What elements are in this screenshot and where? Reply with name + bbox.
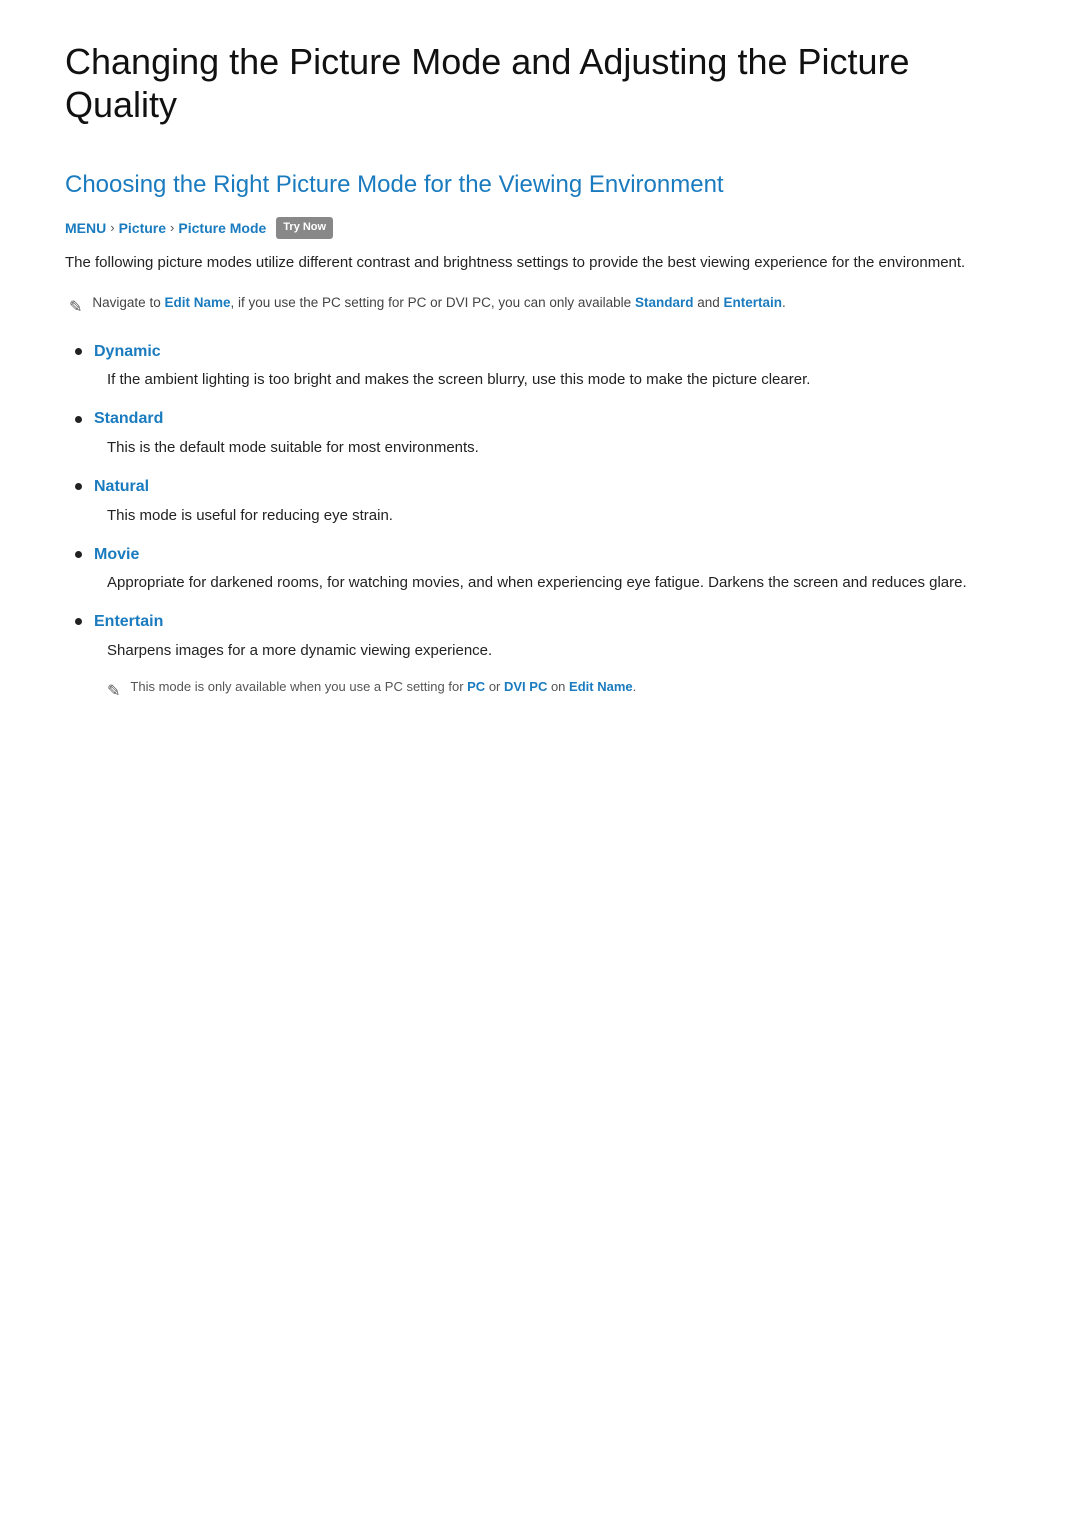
list-item-standard: Standard This is the default mode suitab… [65,406,1015,460]
intro-text: The following picture modes utilize diff… [65,251,1015,275]
sub-note-text: This mode is only available when you use… [130,677,636,697]
note-link-edit-name[interactable]: Edit Name [164,295,230,310]
page-title: Changing the Picture Mode and Adjusting … [65,40,1015,126]
mode-name-dynamic: Dynamic [94,339,161,365]
breadcrumb-sep-2: › [170,218,174,239]
pencil-icon-1: ✎ [69,295,82,321]
bullet-header-natural: Natural [65,474,1015,500]
note-link-entertain[interactable]: Entertain [723,295,782,310]
sub-note-link-pc[interactable]: PC [467,679,485,694]
list-item-natural: Natural This mode is useful for reducing… [65,474,1015,528]
try-now-badge[interactable]: Try Now [276,217,333,239]
note-text-1: Navigate to Edit Name, if you use the PC… [92,293,785,313]
list-item-dynamic: Dynamic If the ambient lighting is too b… [65,339,1015,393]
mode-desc-entertain: Sharpens images for a more dynamic viewi… [107,639,1015,663]
section-title: Choosing the Right Picture Mode for the … [65,166,1015,204]
sub-note-row: ✎ This mode is only available when you u… [107,677,1015,705]
bullet-header-dynamic: Dynamic [65,339,1015,365]
breadcrumb-picture-mode[interactable]: Picture Mode [178,217,266,239]
bullet-header-movie: Movie [65,542,1015,568]
note-row-1: ✎ Navigate to Edit Name, if you use the … [65,293,1015,321]
mode-name-entertain: Entertain [94,609,163,635]
breadcrumb-sep-1: › [110,218,114,239]
mode-desc-natural: This mode is useful for reducing eye str… [107,504,1015,528]
breadcrumb: MENU › Picture › Picture Mode Try Now [65,217,1015,239]
mode-name-movie: Movie [94,542,139,568]
bullet-dot-entertain [75,618,82,625]
note-link-standard[interactable]: Standard [635,295,694,310]
bullet-header-entertain: Entertain [65,609,1015,635]
sub-note-link-dvipc[interactable]: DVI PC [504,679,547,694]
sub-note-link-editname[interactable]: Edit Name [569,679,633,694]
mode-name-natural: Natural [94,474,149,500]
breadcrumb-menu[interactable]: MENU [65,217,106,239]
bullet-dot-natural [75,483,82,490]
list-item-entertain: Entertain Sharpens images for a more dyn… [65,609,1015,704]
bullet-dot-standard [75,416,82,423]
bullet-dot-movie [75,551,82,558]
mode-name-standard: Standard [94,406,163,432]
bullet-dot-dynamic [75,348,82,355]
mode-desc-movie: Appropriate for darkened rooms, for watc… [107,571,1015,595]
bullet-header-standard: Standard [65,406,1015,432]
picture-modes-list: Dynamic If the ambient lighting is too b… [65,339,1015,705]
list-item-movie: Movie Appropriate for darkened rooms, fo… [65,542,1015,596]
mode-desc-standard: This is the default mode suitable for mo… [107,436,1015,460]
pencil-icon-2: ✎ [107,679,120,705]
breadcrumb-picture[interactable]: Picture [119,217,166,239]
mode-desc-dynamic: If the ambient lighting is too bright an… [107,368,1015,392]
